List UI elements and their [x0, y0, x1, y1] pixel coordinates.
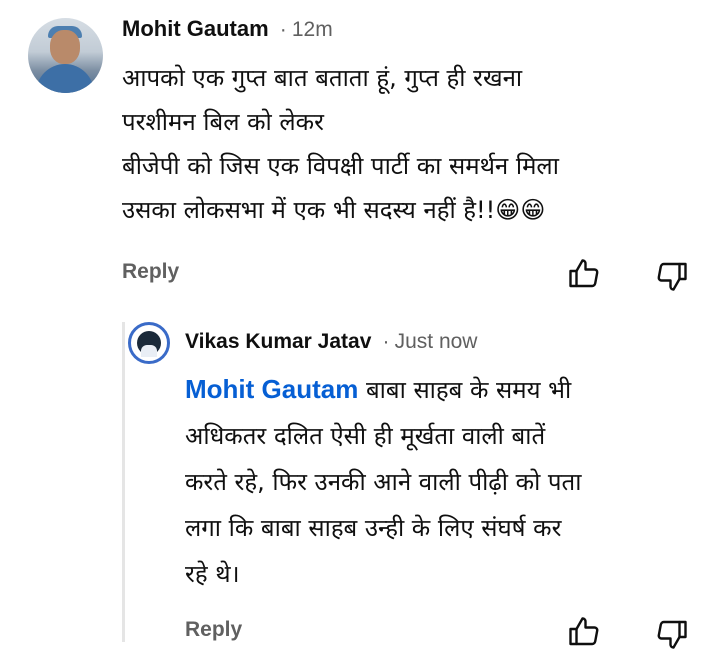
reply-line: रहे थे।	[185, 560, 240, 588]
comment-line: परशीमन बिल को लेकर	[122, 108, 324, 136]
commenter-avatar[interactable]	[28, 18, 103, 93]
comment-line: बीजेपी को जिस एक विपक्षी पार्टी का समर्थ…	[122, 152, 559, 180]
grin-emoji: 😁😁	[495, 196, 546, 224]
reply-line: Mohit Gautam बाबा साहब के समय भी	[185, 366, 581, 413]
reply-reply-button[interactable]: Reply	[185, 618, 242, 642]
reply-thumbs-down-icon[interactable]	[654, 616, 690, 652]
comment-author[interactable]: Mohit Gautam	[122, 16, 269, 41]
thumbs-down-icon[interactable]	[654, 258, 690, 294]
reply-line: अधिकतर दलित ऐसी ही मूर्खता वाली बातें	[185, 422, 546, 450]
face-shape	[50, 30, 80, 64]
comment-reply-button[interactable]: Reply	[122, 260, 179, 284]
shirt-shape	[36, 64, 94, 93]
mention-link[interactable]: Mohit Gautam	[185, 374, 358, 404]
comment-time: 12m	[291, 18, 333, 41]
comment-separator: ·	[279, 18, 287, 41]
comment-body: आपको एक गुप्त बात बताता हूं, गुप्त ही रख…	[122, 56, 559, 232]
comment-line-text: उसका लोकसभा में एक भी सदस्य नहीं है!!	[122, 196, 496, 224]
reply-line: करते रहे, फिर उनकी आने वाली पीढ़ी को पता	[185, 468, 582, 496]
reply-thumbs-up-icon[interactable]	[566, 614, 602, 650]
reply-author[interactable]: Vikas Kumar Jatav	[185, 330, 371, 353]
reply-separator: ·	[382, 330, 390, 353]
reply-header: Vikas Kumar Jatav · Just now	[185, 330, 477, 354]
reply-time: Just now	[394, 330, 478, 353]
reply-body: Mohit Gautam बाबा साहब के समय भी अधिकतर …	[185, 366, 581, 597]
reply-avatar[interactable]	[128, 322, 170, 364]
comment-header: Mohit Gautam · 12m	[122, 16, 333, 42]
comment-line: उसका लोकसभा में एक भी सदस्य नहीं है!!😁😁	[122, 188, 559, 232]
thread-line	[122, 322, 125, 642]
reply-line-text: बाबा साहब के समय भी	[358, 376, 572, 404]
comment-line: आपको एक गुप्त बात बताता हूं, गुप्त ही रख…	[122, 64, 523, 92]
thumbs-up-icon[interactable]	[566, 256, 602, 292]
reply-line: लगा कि बाबा साहब उन्ही के लिए संघर्ष कर	[185, 514, 562, 542]
avatar-shirt-shape	[141, 345, 157, 357]
